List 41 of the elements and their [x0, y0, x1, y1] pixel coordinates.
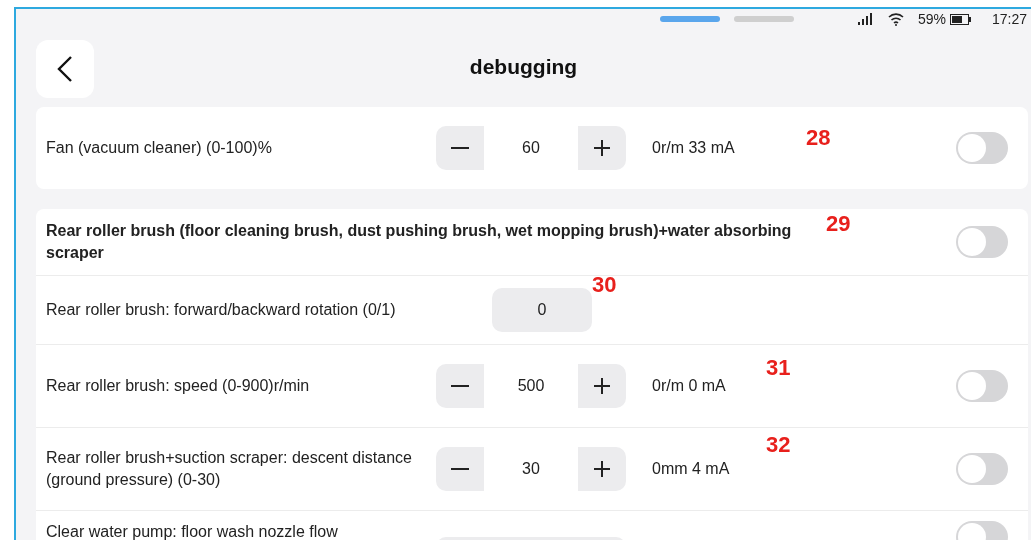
setting-label: Rear roller brush: forward/backward rotation (0/1) [46, 300, 397, 320]
progress-indicator [659, 16, 720, 22]
toggle-switch[interactable] [956, 453, 1008, 485]
number-input[interactable]: 60 [484, 126, 578, 170]
progress-indicator [733, 16, 794, 22]
annotation-number: 32 [766, 432, 791, 458]
signal-icon [857, 13, 874, 25]
minus-icon[interactable] [451, 468, 469, 470]
reading-text: 0mm 4 mA [652, 460, 731, 478]
battery-icon [949, 13, 972, 25]
minus-icon[interactable] [451, 385, 469, 387]
annotation-number: 29 [826, 211, 851, 237]
annotation-number: 31 [766, 355, 791, 381]
toggle-switch[interactable] [956, 226, 1008, 258]
setting-label: Rear roller brush+suction scraper: descent distance (ground pressure) (0-30) [46, 448, 413, 490]
toggle-switch[interactable] [956, 132, 1008, 164]
back-button[interactable] [36, 40, 94, 98]
number-input[interactable]: 500 [484, 364, 578, 408]
number-stepper[interactable]: 60 [436, 126, 626, 170]
battery-percent: 59% [917, 11, 946, 27]
plus-icon[interactable] [594, 461, 610, 477]
annotation-number: 30 [592, 272, 617, 298]
reading-text: 0r/m 33 mA [652, 139, 736, 157]
plus-icon[interactable] [594, 378, 610, 394]
setting-label: Clear water pump: floor wash nozzle flow [46, 522, 339, 540]
page-title: debugging [469, 55, 578, 79]
number-stepper[interactable]: 500 [436, 364, 626, 408]
back-icon[interactable] [57, 55, 73, 83]
number-stepper[interactable]: 30 [436, 447, 626, 491]
reading-text: 0r/m 0 mA [652, 377, 727, 395]
section-heading: Rear roller brush (floor cleaning brush, dust pushing brush, wet mopping brush)+water absorbing scraper [46, 221, 793, 263]
value-field[interactable]: 0 [492, 288, 592, 332]
number-input[interactable]: 30 [484, 447, 578, 491]
plus-icon[interactable] [594, 140, 610, 156]
setting-label: Rear roller brush: speed (0-900)r/min [46, 376, 311, 396]
clock-time: 17:27 [991, 11, 1027, 27]
annotation-number: 28 [806, 125, 831, 151]
minus-icon[interactable] [451, 147, 469, 149]
setting-label: Fan (vacuum cleaner) (0-100)% [46, 138, 273, 158]
toggle-switch[interactable] [956, 370, 1008, 402]
wifi-icon [887, 12, 904, 26]
